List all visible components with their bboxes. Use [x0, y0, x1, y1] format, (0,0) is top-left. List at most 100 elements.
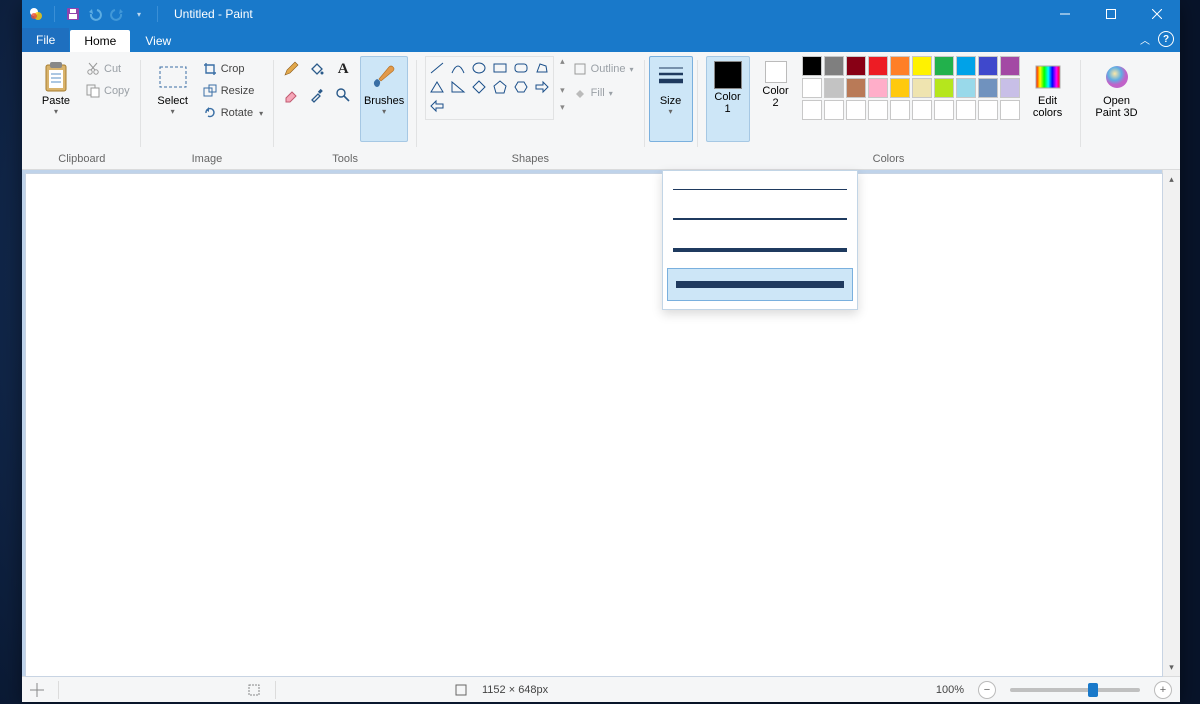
polygon-shape-icon[interactable] [533, 61, 551, 75]
color-swatch[interactable] [934, 78, 954, 98]
zoom-in-button[interactable]: + [1154, 681, 1172, 699]
save-icon[interactable] [65, 6, 81, 22]
size-option-3px[interactable] [663, 204, 857, 234]
copy-button[interactable]: Copy [84, 82, 132, 100]
color-swatch[interactable] [912, 78, 932, 98]
color-swatch-empty[interactable] [802, 100, 822, 120]
rounded-rect-shape-icon[interactable] [512, 61, 530, 75]
paste-button[interactable]: Paste ▾ [32, 56, 80, 142]
shapes-scroll-down-icon[interactable]: ▾ [560, 85, 565, 96]
more-shapes-icon[interactable] [512, 99, 530, 113]
zoom-thumb[interactable] [1088, 683, 1098, 697]
home-tab[interactable]: Home [70, 30, 130, 52]
color-swatch[interactable] [868, 56, 888, 76]
text-icon[interactable]: A [334, 62, 352, 76]
color-swatch[interactable] [1000, 78, 1020, 98]
select-button[interactable]: Select ▾ [149, 56, 197, 142]
color-swatch[interactable] [846, 78, 866, 98]
view-tab[interactable]: View [131, 30, 185, 52]
fill-button[interactable]: Fill ▾ [571, 84, 636, 102]
bucket-icon[interactable] [308, 62, 326, 76]
right-triangle-shape-icon[interactable] [449, 80, 467, 94]
zoom-out-button[interactable]: − [978, 681, 996, 699]
color-swatch-empty[interactable] [890, 100, 910, 120]
cut-button[interactable]: Cut [84, 60, 132, 78]
open-paint3d-button[interactable]: Open Paint 3D [1089, 56, 1145, 142]
size-option-1px[interactable] [663, 175, 857, 204]
eraser-icon[interactable] [282, 88, 300, 102]
arrow-up-shape-icon[interactable] [449, 99, 467, 113]
resize-button[interactable]: Resize [201, 82, 265, 100]
redo-icon[interactable] [109, 6, 125, 22]
shapes-scroll-up-icon[interactable]: ▴ [560, 56, 565, 67]
maximize-button[interactable] [1088, 0, 1134, 28]
pencil-icon[interactable] [282, 62, 300, 76]
eyedropper-icon[interactable] [308, 88, 326, 102]
color-swatch[interactable] [912, 56, 932, 76]
more-shapes-icon[interactable] [533, 99, 551, 113]
color-swatch-empty[interactable] [956, 100, 976, 120]
shapes-expand-icon[interactable]: ▾ [560, 102, 565, 113]
rotate-label: Rotate [221, 107, 253, 119]
color-swatch[interactable] [978, 78, 998, 98]
outline-button[interactable]: Outline ▾ [571, 60, 636, 78]
color1-button[interactable]: Color 1 [706, 56, 750, 142]
color-swatch[interactable] [978, 56, 998, 76]
size-button[interactable]: Size ▾ [649, 56, 693, 142]
color-swatch-empty[interactable] [868, 100, 888, 120]
color-swatch[interactable] [890, 56, 910, 76]
color-swatch-empty[interactable] [978, 100, 998, 120]
brushes-button[interactable]: Brushes ▾ [360, 56, 408, 142]
color-swatch[interactable] [934, 56, 954, 76]
rectangle-shape-icon[interactable] [491, 61, 509, 75]
star-shape-icon[interactable] [491, 99, 509, 113]
color-swatch-empty[interactable] [1000, 100, 1020, 120]
arrow-down-shape-icon[interactable] [470, 99, 488, 113]
zoom-slider[interactable] [1010, 688, 1140, 692]
diamond-shape-icon[interactable] [470, 80, 488, 94]
minimize-button[interactable] [1042, 0, 1088, 28]
size-option-8px[interactable] [667, 268, 853, 301]
color-swatch-empty[interactable] [824, 100, 844, 120]
close-button[interactable] [1134, 0, 1180, 28]
color-swatch[interactable] [890, 78, 910, 98]
rotate-button[interactable]: Rotate ▾ [201, 104, 265, 122]
color-swatch-empty[interactable] [934, 100, 954, 120]
edit-colors-button[interactable]: Edit colors [1024, 56, 1072, 142]
magnifier-icon[interactable] [334, 88, 352, 102]
chevron-down-icon: ▾ [669, 107, 673, 116]
oval-shape-icon[interactable] [470, 61, 488, 75]
file-tab[interactable]: File [22, 28, 69, 52]
triangle-shape-icon[interactable] [428, 80, 446, 94]
collapse-ribbon-icon[interactable]: ︿ [1140, 32, 1150, 47]
arrow-left-shape-icon[interactable] [428, 99, 446, 113]
color-swatch[interactable] [868, 78, 888, 98]
qat-dropdown-icon[interactable]: ▾ [131, 6, 147, 22]
color-swatch[interactable] [956, 56, 976, 76]
color-swatch-empty[interactable] [912, 100, 932, 120]
color-swatch[interactable] [1000, 56, 1020, 76]
color-swatch[interactable] [824, 78, 844, 98]
scroll-down-icon[interactable]: ▾ [1163, 658, 1180, 676]
vertical-scrollbar[interactable]: ▴ ▾ [1162, 170, 1180, 676]
color-swatch[interactable] [956, 78, 976, 98]
scroll-up-icon[interactable]: ▴ [1163, 170, 1180, 188]
arrow-right-shape-icon[interactable] [533, 80, 551, 94]
color-swatch[interactable] [824, 56, 844, 76]
scissors-icon [86, 62, 100, 76]
curve-shape-icon[interactable] [449, 61, 467, 75]
hexagon-shape-icon[interactable] [512, 80, 530, 94]
undo-icon[interactable] [87, 6, 103, 22]
color-swatch-empty[interactable] [846, 100, 866, 120]
pentagon-shape-icon[interactable] [491, 80, 509, 94]
size-option-5px[interactable] [663, 234, 857, 266]
help-icon[interactable]: ? [1158, 31, 1174, 47]
color-swatch[interactable] [846, 56, 866, 76]
color2-button[interactable]: Color 2 [754, 56, 798, 142]
canvas[interactable] [26, 174, 1162, 676]
color-swatch[interactable] [802, 78, 822, 98]
line-shape-icon[interactable] [428, 61, 446, 75]
ribbon: Paste ▾ Cut Copy Clipboard [22, 52, 1180, 170]
crop-button[interactable]: Crop [201, 60, 265, 78]
color-swatch[interactable] [802, 56, 822, 76]
